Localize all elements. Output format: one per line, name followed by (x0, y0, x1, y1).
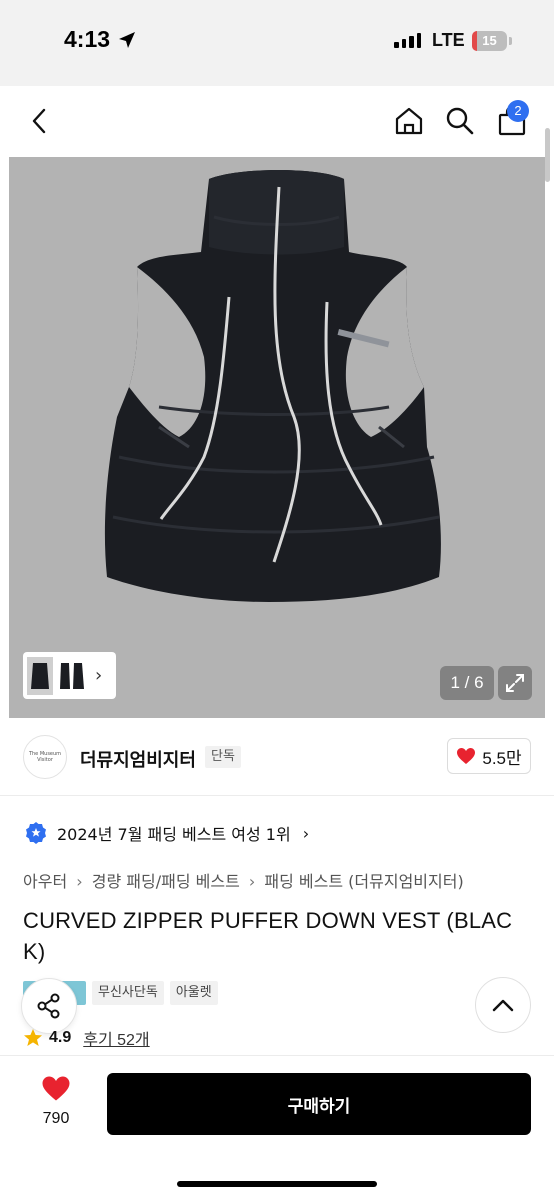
breadcrumb: 아우터 › 경량 패딩/패딩 베스트 › 패딩 베스트 (더뮤지엄비지터) (23, 868, 468, 892)
breadcrumb-item[interactable]: 경량 패딩/패딩 베스트 (92, 872, 240, 891)
search-icon (446, 107, 474, 135)
brand-like-count: 5.5만 (482, 748, 522, 768)
vest-image (104, 170, 441, 602)
exclusive-tag: 단독 (205, 746, 241, 768)
home-button[interactable] (389, 101, 429, 141)
product-tag: 무신사단독 (92, 981, 164, 1005)
status-bar: 4:13 LTE 15 (0, 0, 554, 86)
scroll-indicator (545, 128, 550, 182)
scroll-top-button[interactable] (475, 977, 531, 1033)
review-link[interactable]: 후기 52개 (83, 1026, 149, 1050)
share-icon (37, 993, 60, 1019)
section-divider (0, 795, 554, 796)
home-icon (395, 107, 423, 135)
award-text: 2024년 7월 패딩 베스트 여성 1위 (57, 825, 291, 844)
breadcrumb-item[interactable]: 패딩 베스트 (더뮤지엄비지터) (264, 872, 463, 891)
signal-icon (394, 33, 421, 48)
chevron-right-icon: › (302, 823, 310, 843)
thumbnail-next-icon[interactable]: › (95, 665, 102, 686)
wish-count: 790 (42, 1110, 70, 1127)
search-button[interactable] (440, 101, 480, 141)
battery-level: 15 (482, 33, 497, 48)
breadcrumb-item[interactable]: 아우터 (23, 872, 67, 891)
brand-name[interactable]: 더뮤지엄비지터 (80, 746, 196, 772)
award-row[interactable]: 2024년 7월 패딩 베스트 여성 1위 › (25, 821, 309, 845)
home-indicator (177, 1181, 377, 1187)
brand-like-button[interactable]: 5.5만 (447, 738, 531, 774)
product-tag: 아울렛 (169, 981, 218, 1005)
brand-logo[interactable]: The Museum Visitor (23, 735, 67, 779)
rating-value: 4.9 (49, 1029, 72, 1046)
chevron-up-icon (492, 999, 514, 1012)
back-button[interactable] (20, 101, 60, 141)
top-nav (0, 86, 554, 156)
buy-button[interactable]: 구매하기 (107, 1073, 531, 1135)
heart-icon (42, 1076, 70, 1101)
thumbnail-strip[interactable]: › (23, 652, 116, 699)
product-title: CURVED ZIPPER PUFFER DOWN VEST (BLACK) (23, 908, 513, 964)
thumbnail-2[interactable] (57, 656, 87, 695)
expand-icon (506, 674, 524, 692)
rating-row: 4.9 후기 52개 (23, 1026, 150, 1050)
chevron-right-icon: › (76, 872, 83, 891)
thumbnail-vest-icon (60, 662, 84, 689)
award-badge-icon (26, 822, 46, 844)
network-label: LTE (432, 30, 465, 50)
battery-nub (509, 37, 512, 45)
status-time: 4:13 (64, 26, 111, 52)
expand-button[interactable] (498, 666, 532, 700)
chevron-right-icon: › (248, 872, 256, 891)
back-icon (32, 108, 46, 134)
location-arrow-icon (119, 32, 135, 48)
thumbnail-vest-icon (31, 662, 49, 689)
heart-icon (457, 748, 476, 764)
cart-count-badge: 2 (507, 100, 529, 122)
star-icon (24, 1029, 42, 1046)
image-counter: 1 / 6 (440, 666, 494, 700)
battery-icon: 15 (472, 31, 507, 51)
wish-button[interactable]: 790 (25, 1075, 87, 1128)
brand-logo-text: The Museum Visitor (28, 751, 62, 763)
thumbnail-1[interactable] (27, 656, 53, 695)
product-image[interactable] (9, 157, 545, 718)
